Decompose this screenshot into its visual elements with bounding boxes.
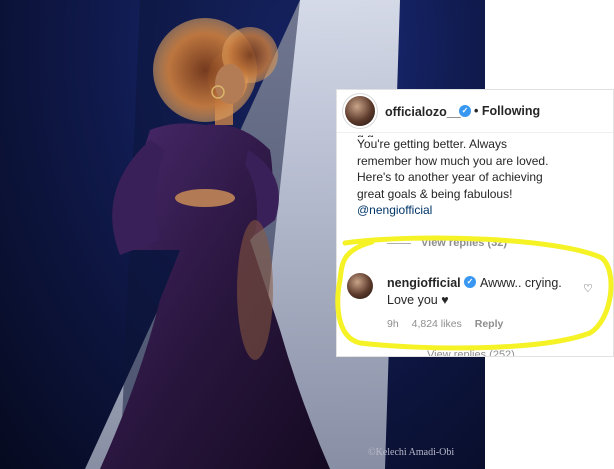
yellow-highlight-stroke [335,235,614,351]
highlight-circle [335,235,614,351]
